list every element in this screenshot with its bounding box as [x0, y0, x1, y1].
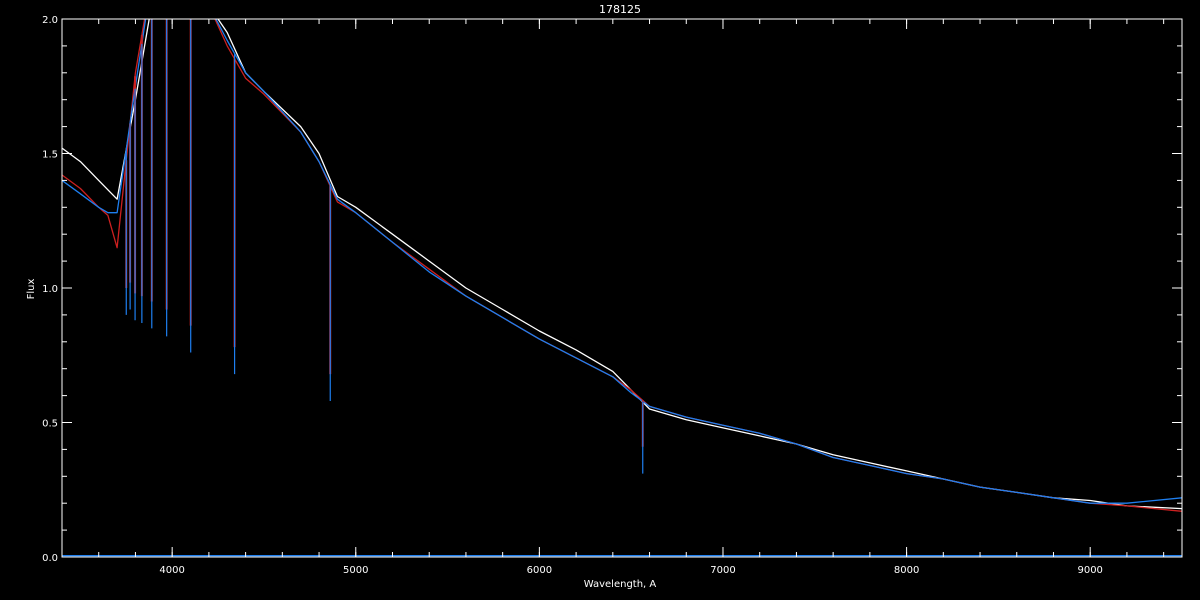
chart-title: 178125: [599, 3, 641, 16]
series-line-1: [62, 19, 1182, 512]
y-tick-label: 1.0: [42, 284, 58, 295]
x-tick-label: 4000: [159, 565, 184, 576]
y-axis-label: Flux: [26, 279, 37, 300]
plot-frame: [61, 18, 1183, 558]
x-axis-label: Wavelength, A: [584, 579, 657, 590]
x-tick-label: 8000: [894, 565, 919, 576]
series-line-0: [62, 19, 1182, 510]
x-tick-label: 7000: [710, 565, 735, 576]
x-tick-label: 5000: [343, 565, 368, 576]
series-line-2: [62, 19, 1182, 504]
y-tick-label: 0.0: [42, 553, 58, 564]
spectrum-plot: 178125 4000 5000 6000 7000 8000 9000 0.0 0.5 1.0…: [26, 3, 1183, 590]
y-tick-label: 1.5: [42, 150, 58, 161]
series-layer: [62, 19, 1182, 557]
x-tick-label: 9000: [1077, 565, 1102, 576]
x-tick-label: 6000: [527, 565, 552, 576]
y-tick-label: 2.0: [42, 15, 58, 26]
y-tick-label: 0.5: [42, 419, 58, 430]
